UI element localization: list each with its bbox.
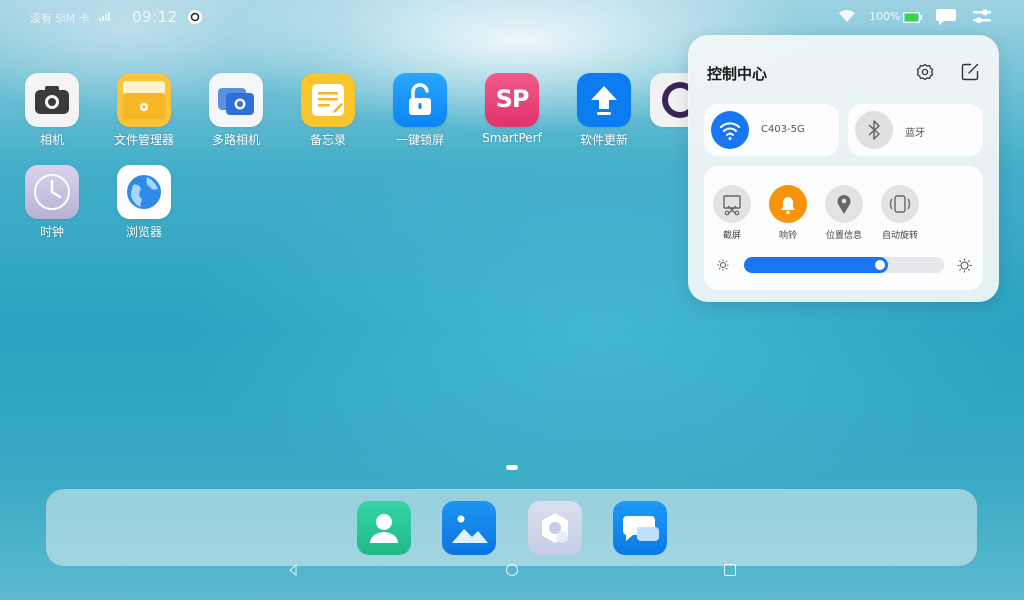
app-software-update[interactable]: 软件更新	[558, 73, 650, 148]
back-icon[interactable]	[288, 564, 298, 576]
navigation-bar	[0, 558, 1024, 588]
app-multi-camera[interactable]: 多路相机	[190, 73, 282, 148]
control-center-toggle-icon[interactable]	[972, 8, 992, 26]
wifi-status-icon	[839, 9, 855, 22]
edit-icon[interactable]	[961, 62, 980, 81]
app-file-manager[interactable]: 文件管理器	[98, 73, 190, 148]
multi-camera-icon	[209, 73, 263, 127]
settings-app-icon[interactable]	[528, 501, 582, 555]
location-icon	[825, 185, 863, 223]
auto-rotate-toggle[interactable]: 自动旋转	[872, 185, 928, 241]
toggle-label: 截屏	[722, 231, 741, 241]
signal-icon	[99, 12, 110, 21]
brightness-slider[interactable]	[744, 257, 944, 273]
contacts-icon[interactable]	[357, 501, 411, 555]
app-label: SmartPerf	[482, 131, 542, 145]
app-label: 相机	[39, 133, 64, 147]
home-icon[interactable]	[506, 564, 518, 576]
wifi-ssid: C403-5G	[761, 124, 805, 135]
app-label: 时钟	[39, 225, 64, 239]
screenshot-toggle[interactable]: 截屏	[704, 185, 760, 241]
app-smartperf[interactable]: SP SmartPerf	[466, 73, 558, 145]
update-icon	[577, 73, 631, 127]
wifi-icon	[711, 111, 749, 149]
folder-icon	[117, 73, 171, 127]
notification-panel-icon[interactable]	[935, 8, 957, 26]
rotate-icon	[881, 185, 919, 223]
camera-icon	[25, 73, 79, 127]
memo-icon	[301, 73, 355, 127]
battery-icon	[903, 12, 922, 23]
settings-gear-icon[interactable]	[916, 63, 934, 81]
toggle-label: 自动旋转	[881, 231, 918, 241]
app-partial[interactable]	[650, 73, 698, 127]
clock-time: 09:12	[132, 8, 178, 26]
toggle-label: 响铃	[778, 231, 797, 241]
app-label: 文件管理器	[113, 133, 174, 147]
bell-icon	[769, 185, 807, 223]
app-memo[interactable]: 备忘录	[282, 73, 374, 148]
dock	[46, 489, 977, 566]
wifi-tile[interactable]: C403-5G	[704, 104, 839, 156]
clock-icon	[25, 165, 79, 219]
bluetooth-tile[interactable]: 蓝牙	[848, 104, 983, 156]
browser-icon	[117, 165, 171, 219]
app-clock[interactable]: 时钟	[6, 165, 98, 240]
partial-app-icon	[650, 73, 698, 127]
app-label: 软件更新	[579, 133, 628, 147]
toggle-label: 位置信息	[825, 231, 862, 241]
notification-app-icon	[188, 10, 202, 24]
brightness-low-icon	[717, 259, 729, 271]
messages-icon[interactable]	[613, 501, 667, 555]
page-indicator[interactable]	[506, 465, 518, 470]
screenshot-icon	[713, 185, 751, 223]
smartperf-icon: SP	[485, 73, 539, 127]
app-label: 备忘录	[309, 133, 346, 147]
gallery-icon[interactable]	[442, 501, 496, 555]
bluetooth-icon	[855, 111, 893, 149]
sim-status: 没有 SIM 卡	[30, 12, 90, 25]
lock-icon	[393, 73, 447, 127]
control-center: 控制中心 C403-5G 蓝牙 截屏 响铃 位置信息 自动旋转	[688, 35, 999, 302]
app-label: 一键锁屏	[395, 133, 444, 147]
app-label: 浏览器	[125, 225, 162, 239]
ring-toggle[interactable]: 响铃	[760, 185, 816, 241]
control-center-title: 控制中心	[707, 65, 768, 83]
smartperf-badge: SP	[495, 85, 530, 113]
battery-percent: 100%	[869, 10, 901, 23]
recents-icon[interactable]	[724, 564, 736, 576]
bluetooth-label: 蓝牙	[905, 128, 925, 139]
status-bar: 没有 SIM 卡 09:12 100%	[0, 0, 1024, 34]
app-camera[interactable]: 相机	[6, 73, 98, 148]
app-lock-screen[interactable]: 一键锁屏	[374, 73, 466, 148]
app-label: 多路相机	[211, 133, 260, 147]
brightness-knob[interactable]	[875, 260, 885, 270]
location-toggle[interactable]: 位置信息	[816, 185, 872, 241]
quick-toggles-panel: 截屏 响铃 位置信息 自动旋转	[704, 166, 983, 290]
brightness-high-icon	[957, 258, 972, 273]
brightness-fill	[744, 257, 888, 273]
app-browser[interactable]: 浏览器	[98, 165, 190, 240]
